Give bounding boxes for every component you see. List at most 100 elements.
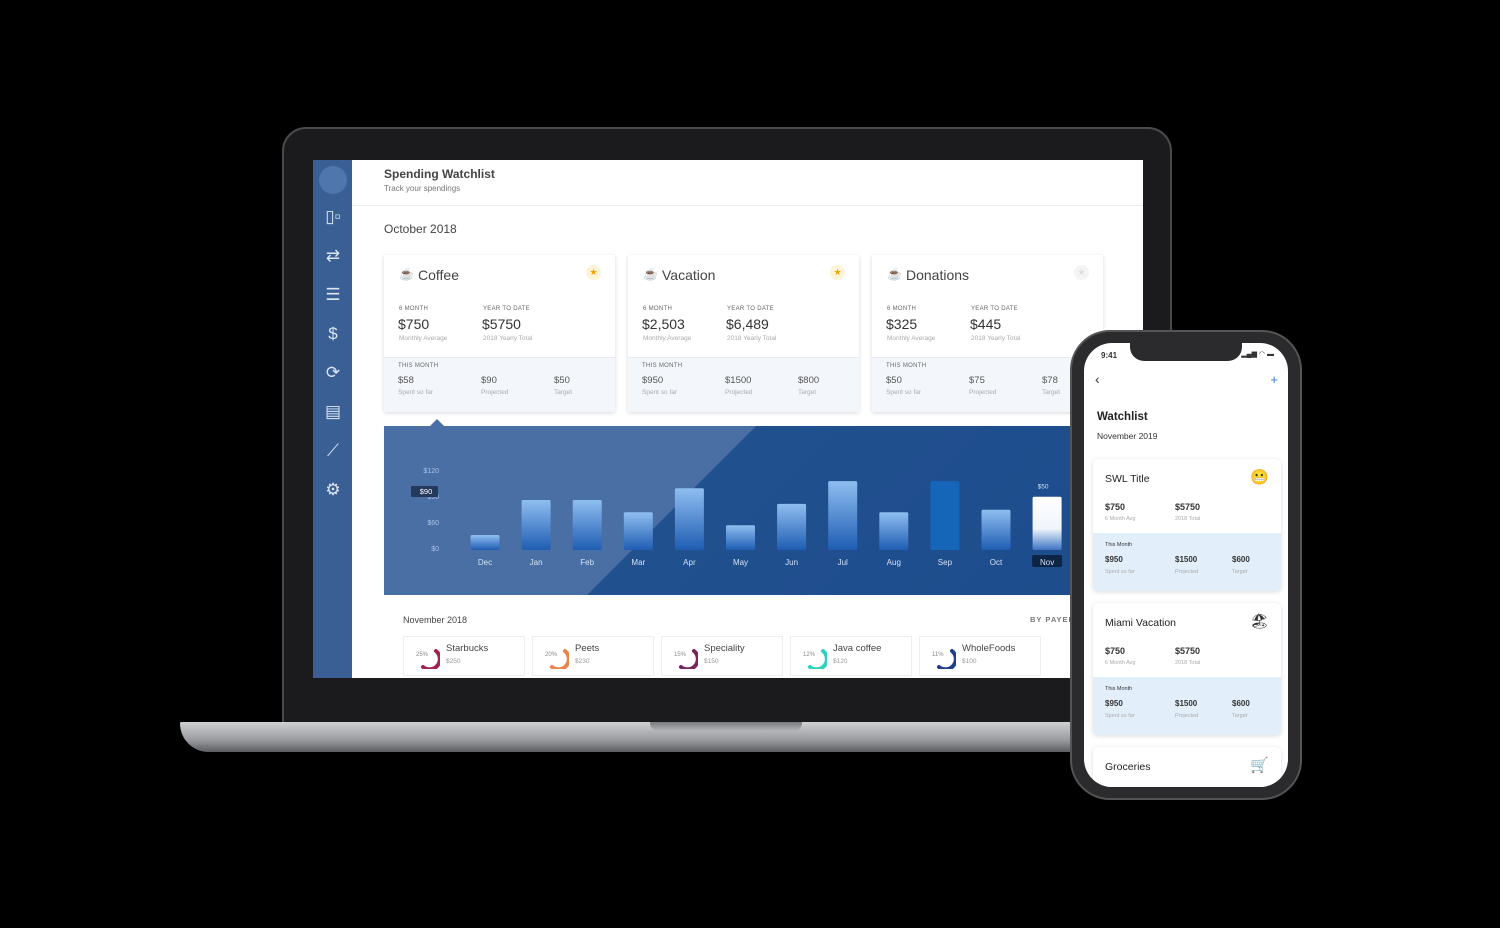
chart-icon[interactable]: ⟋ [322, 440, 344, 462]
star-icon[interactable]: ★ [1074, 265, 1089, 280]
x-tick-label: Sep [938, 558, 953, 567]
settings-icon[interactable]: ⚙ [322, 479, 344, 501]
six-month-value: $750 [398, 316, 430, 332]
donut-segment [550, 649, 569, 669]
target-value: $50 [554, 375, 570, 386]
bar-may [726, 525, 755, 550]
card-title: Groceries [1105, 761, 1151, 773]
donut-segment [421, 649, 440, 669]
phone: 9:41 ▂▄▆ ◠ ▬ ‹ + Watchlist November 2019… [1070, 330, 1302, 800]
spent-value: $58 [398, 375, 414, 386]
card-title: Vacation [662, 267, 716, 283]
six-month-sub: Monthly Average [643, 335, 692, 342]
watchlist-card[interactable]: ☕ Coffee ★ 6 MONTH $750 Monthly Average … [384, 255, 615, 412]
ytd-value: $6,489 [726, 316, 769, 332]
phone-watchlist-card[interactable]: SWL Title 😬 $750 6 Month Avg $5750 2018 T… [1093, 459, 1281, 591]
payee-card[interactable]: 12% Java coffee $120 [790, 636, 912, 676]
six-month-label: 6 MONTH [643, 306, 673, 312]
transfer-icon[interactable]: ⇄ [322, 245, 344, 267]
spent-label: Spent so far [1105, 569, 1135, 575]
ytd-label: YEAR TO DATE [727, 306, 774, 312]
payee-name: Java coffee [833, 643, 882, 654]
x-tick-label: Aug [887, 558, 901, 567]
projected-label: Projected [481, 389, 509, 396]
projected-value: $1500 [1175, 699, 1198, 708]
payee-card[interactable]: 15% Speciality $150 [661, 636, 783, 676]
bar-sep [930, 481, 960, 550]
x-tick-label: Oct [990, 558, 1003, 567]
accounts-icon[interactable]: ☰ [322, 284, 344, 306]
target-label: Target [1232, 569, 1248, 575]
this-month-section: This Month $950 Spent so far $1500 Proje… [1093, 677, 1281, 735]
reports-icon[interactable]: ▤ [322, 401, 344, 423]
card-title: Coffee [418, 267, 459, 283]
payee-card[interactable]: 25% Starbucks $250 [403, 636, 525, 676]
avatar[interactable] [319, 166, 347, 194]
dashboard-icon[interactable]: ▯▫ [322, 206, 344, 228]
this-month-label: This Month [1105, 686, 1133, 692]
spent-label: Spent so far [642, 389, 678, 396]
spending-chart: $0 $60 $90 $120 Dec Jan Feb Mar Apr May Jun Jul Aug S… [384, 426, 1143, 595]
ytd-sub: 2018 Yearly Total [971, 335, 1021, 342]
add-icon[interactable]: + [1270, 372, 1278, 387]
by-payee-toggle[interactable]: BY PAYEE [1030, 615, 1075, 624]
x-tick-label: Apr [683, 558, 696, 567]
six-month-value: $2,503 [642, 316, 685, 332]
bills-icon[interactable]: $ [322, 323, 344, 345]
x-tick-label: Nov [1040, 558, 1054, 567]
projected-value: $1500 [1175, 555, 1198, 564]
total-label: 2018 Total [1175, 660, 1201, 666]
payee-percent: 25% [416, 652, 429, 658]
bar-jun [777, 503, 807, 550]
six-month-value: $325 [886, 316, 918, 332]
spent-label: Spent so far [886, 389, 922, 396]
back-icon[interactable]: ‹ [1095, 371, 1100, 387]
tooltip-value: $90 [420, 487, 433, 496]
spent-label: Spent so far [1105, 713, 1135, 719]
emoji-icon: 🏖 [1249, 613, 1269, 630]
projected-value: $1500 [725, 375, 752, 386]
watchlist-card[interactable]: ☕ Donations ★ 6 MONTH $325 Monthly Avera… [872, 255, 1103, 412]
target-label: Target [1232, 713, 1248, 719]
this-month-label: This Month [1105, 542, 1133, 548]
laptop-notch [650, 722, 802, 731]
status-icons: ▂▄▆ ◠ ▬ [1241, 351, 1274, 358]
spent-value: $50 [886, 375, 902, 386]
ytd-label: YEAR TO DATE [483, 306, 530, 312]
payee-percent: 15% [674, 652, 687, 658]
period-label: October 2018 [384, 222, 457, 236]
avg-value: $750 [1105, 502, 1126, 512]
ytd-sub: 2018 Yearly Total [727, 335, 777, 342]
x-tick-label: May [733, 558, 748, 567]
phone-watchlist-card[interactable]: Groceries 🛒 [1093, 747, 1281, 787]
spent-value: $950 [1105, 555, 1123, 564]
payee-percent: 20% [545, 652, 558, 658]
phone-watchlist-card[interactable]: Miami Vacation 🏖 $750 6 Month Avg $5750 2… [1093, 603, 1281, 735]
x-tick-label: Jan [530, 558, 543, 567]
payee-card[interactable]: 20% Peets $230 [532, 636, 654, 676]
donut-segment [937, 649, 956, 669]
target-value: $600 [1232, 699, 1250, 708]
card-title: Donations [906, 267, 970, 283]
avg-value: $750 [1105, 646, 1126, 656]
recurring-icon[interactable]: ⟳ [322, 362, 344, 384]
star-icon[interactable]: ★ [830, 265, 845, 280]
bar-jan [521, 499, 551, 550]
page-subtitle: Track your spendings [384, 184, 461, 193]
target-value: $600 [1232, 555, 1250, 564]
total-label: 2018 Total [1175, 516, 1201, 522]
payee-amount: $250 [446, 658, 461, 665]
bar-jul [828, 481, 858, 550]
star-icon[interactable]: ★ [586, 265, 601, 280]
donut-segment [808, 649, 827, 669]
projected-label: Projected [725, 389, 753, 396]
watchlist-card[interactable]: ☕ Vacation ★ 6 MONTH $2,503 Monthly Aver… [628, 255, 859, 412]
ytd-value: $5750 [482, 316, 521, 332]
bar-dec [470, 535, 500, 550]
payee-amount: $230 [575, 658, 590, 665]
payee-name: WholeFoods [962, 643, 1016, 654]
payee-card[interactable]: 11% WholeFoods $100 [919, 636, 1041, 676]
bar-feb [572, 499, 602, 550]
payee-percent: 11% [932, 652, 944, 658]
this-month-label: THIS MONTH [886, 363, 927, 369]
